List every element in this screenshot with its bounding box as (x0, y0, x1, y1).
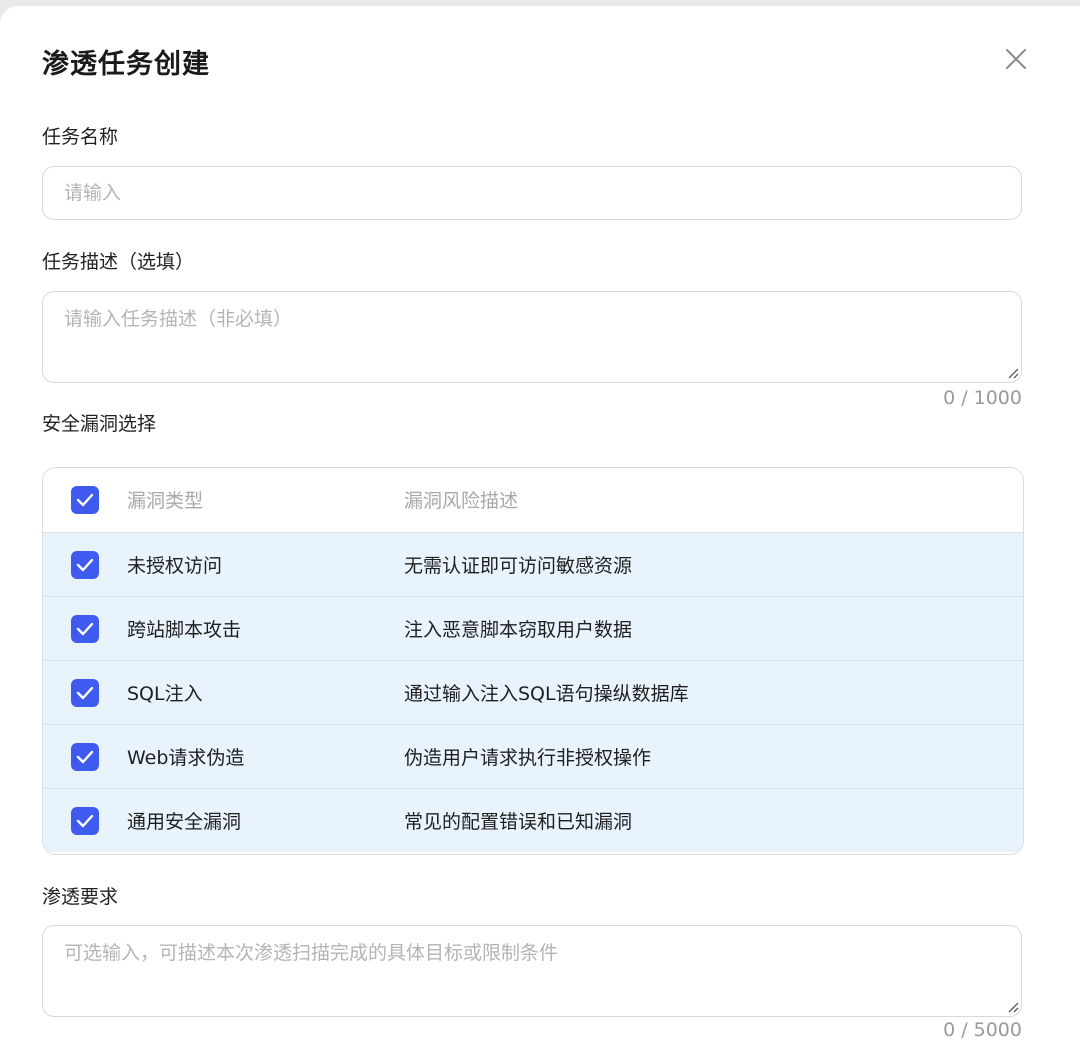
row-checkbox[interactable] (71, 615, 99, 643)
task-description-label: 任务描述（选填） (42, 251, 195, 273)
task-name-label: 任务名称 (42, 126, 119, 148)
checkmark-icon (76, 622, 94, 636)
row-checkbox[interactable] (71, 807, 99, 835)
vulnerability-type: 未授权访问 (127, 555, 223, 577)
task-description-counter: 0 / 1000 (943, 387, 1022, 409)
vulnerability-type: 通用安全漏洞 (127, 811, 242, 833)
table-row[interactable]: 未授权访问 无需认证即可访问敏感资源 (43, 532, 1023, 596)
table-row[interactable]: 跨站脚本攻击 注入恶意脚本窃取用户数据 (43, 596, 1023, 660)
vulnerability-table: 漏洞类型 漏洞风险描述 未授权访问 无需认证即可访问敏感资源 跨站脚本攻击 注入… (42, 467, 1024, 855)
checkmark-icon (76, 750, 94, 764)
table-row[interactable]: 通用安全漏洞 常见的配置错误和已知漏洞 (43, 788, 1023, 852)
table-header-row: 漏洞类型 漏洞风险描述 (43, 468, 1023, 532)
requirements-textarea[interactable] (42, 925, 1022, 1017)
create-pentest-task-dialog: 渗透任务创建 任务名称 任务描述（选填） 0 / 1000 安全漏洞选择 漏洞类… (0, 6, 1080, 1046)
select-all-checkbox[interactable] (71, 486, 99, 514)
checkmark-icon (76, 558, 94, 572)
task-description-textarea[interactable] (42, 291, 1022, 383)
header-vulnerability-type: 漏洞类型 (127, 490, 204, 512)
close-button[interactable] (1003, 46, 1029, 72)
table-row[interactable]: Web请求伪造 伪造用户请求执行非授权操作 (43, 724, 1023, 788)
vulnerability-selection-label: 安全漏洞选择 (42, 413, 157, 435)
checkmark-icon (76, 686, 94, 700)
row-checkbox[interactable] (71, 679, 99, 707)
vulnerability-description: 注入恶意脚本窃取用户数据 (404, 619, 633, 641)
row-checkbox[interactable] (71, 551, 99, 579)
close-icon (1006, 49, 1026, 69)
table-row[interactable]: SQL注入 通过输入注入SQL语句操纵数据库 (43, 660, 1023, 724)
task-name-input[interactable] (42, 166, 1022, 220)
requirements-counter: 0 / 5000 (943, 1019, 1022, 1041)
vulnerability-type: SQL注入 (127, 683, 203, 705)
vulnerability-description: 伪造用户请求执行非授权操作 (404, 747, 652, 769)
resize-grip-icon[interactable] (1006, 366, 1020, 380)
row-checkbox[interactable] (71, 743, 99, 771)
vulnerability-description: 无需认证即可访问敏感资源 (404, 555, 633, 577)
vulnerability-type: Web请求伪造 (127, 747, 245, 769)
vulnerability-description: 通过输入注入SQL语句操纵数据库 (404, 683, 689, 705)
checkmark-icon (76, 493, 94, 507)
vulnerability-description: 常见的配置错误和已知漏洞 (404, 811, 633, 833)
requirements-label: 渗透要求 (42, 886, 119, 908)
vulnerability-type: 跨站脚本攻击 (127, 619, 242, 641)
header-risk-description: 漏洞风险描述 (404, 490, 519, 512)
resize-grip-icon[interactable] (1006, 1000, 1020, 1014)
checkmark-icon (76, 814, 94, 828)
dialog-title: 渗透任务创建 (42, 49, 210, 80)
